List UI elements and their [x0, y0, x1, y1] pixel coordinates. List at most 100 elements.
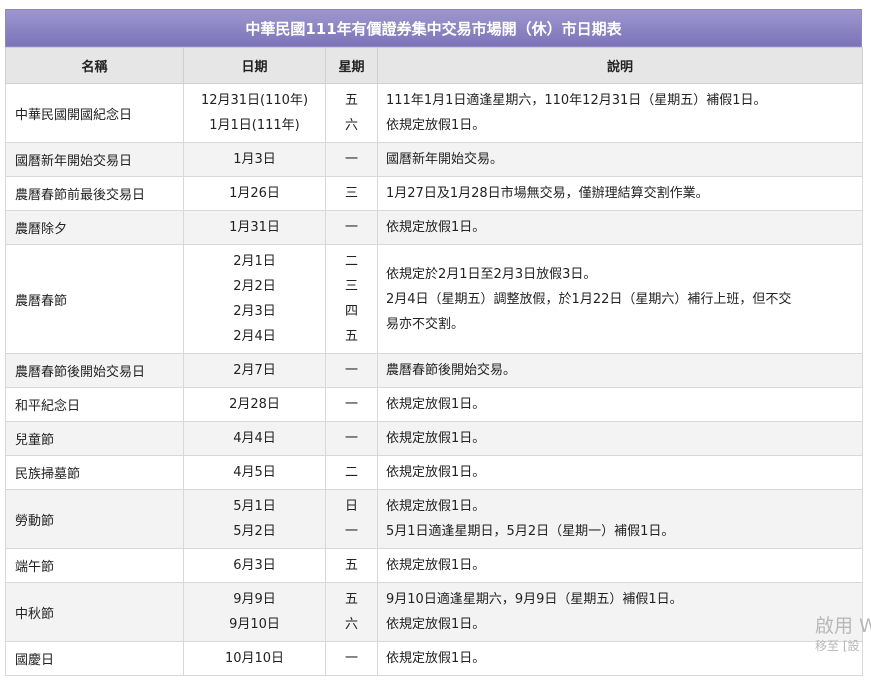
holiday-weekday: 五	[344, 329, 358, 344]
holiday-weekday-cell: 一	[325, 387, 378, 422]
holiday-description: 依規定放假1日。	[386, 431, 486, 446]
table-row: 農曆春節後開始交易日 2月7日 一 農曆春節後開始交易。	[5, 353, 863, 388]
holiday-description-cell: 國曆新年開始交易。	[377, 142, 863, 177]
holiday-date: 5月2日	[233, 524, 276, 539]
holiday-weekday-cell: 五六	[325, 83, 378, 143]
holiday-weekday-cell: 二三四五	[325, 244, 378, 354]
holiday-weekday: 日	[344, 499, 358, 514]
holiday-weekday: 一	[344, 152, 358, 167]
holiday-name: 中秋節	[5, 582, 184, 642]
holiday-table: 名稱 日期 星期 說明 中華民國開國紀念日 12月31日(110年) 1月1日(11…	[5, 47, 863, 676]
table-row: 和平紀念日 2月28日 一 依規定放假1日。	[5, 387, 863, 422]
header-name: 名稱	[5, 47, 184, 84]
windows-activation-watermark: 啟用 W 移至 [設	[815, 614, 871, 654]
holiday-date-cell: 5月1日 5月2日	[183, 489, 326, 549]
holiday-date-cell: 1月31日	[183, 210, 326, 245]
holiday-weekday: 一	[344, 363, 358, 378]
holiday-weekday: 一	[344, 524, 358, 539]
holiday-description-cell: 農曆春節後開始交易。	[377, 353, 863, 388]
table-row: 兒童節 4月4日 一 依規定放假1日。	[5, 421, 863, 456]
holiday-weekday: 六	[344, 118, 358, 133]
holiday-description: 1月27日及1月28日市場無交易，僅辦理結算交割作業。	[386, 186, 709, 201]
table-row: 國慶日 10月10日 一 依規定放假1日。	[5, 641, 863, 676]
holiday-weekday-cell: 一	[325, 641, 378, 676]
holiday-description: 依規定放假1日。	[386, 397, 486, 412]
holiday-description-cell: 1月27日及1月28日市場無交易，僅辦理結算交割作業。	[377, 176, 863, 211]
holiday-date: 1月31日	[229, 220, 280, 235]
holiday-name: 端午節	[5, 548, 184, 583]
holiday-date: 2月3日	[233, 304, 276, 319]
table-row: 中華民國開國紀念日 12月31日(110年) 1月1日(111年) 五六 111年1月1…	[5, 83, 863, 143]
table-title: 中華民國111年有價證券集中交易市場開（休）市日期表	[5, 9, 862, 47]
holiday-description: 依規定放假1日。	[386, 651, 486, 666]
holiday-weekday: 一	[344, 397, 358, 412]
holiday-description: 依規定放假1日。	[386, 118, 486, 133]
table-row: 中秋節 9月9日 9月10日五六 9月10日適逢星期六，9月9日（星期五）補假1日。依…	[5, 582, 863, 642]
table-row: 國曆新年開始交易日 1月3日 一 國曆新年開始交易。	[5, 142, 863, 177]
holiday-description: 5月1日適逢星期日，5月2日（星期一）補假1日。	[386, 524, 675, 539]
holiday-weekday-cell: 一	[325, 210, 378, 245]
holiday-name: 兒童節	[5, 421, 184, 456]
table-row: 農曆除夕 1月31日 一 依規定放假1日。	[5, 210, 863, 245]
holiday-weekday-cell: 一	[325, 421, 378, 456]
holiday-date: 2月1日	[233, 254, 276, 269]
holiday-weekday: 一	[344, 431, 358, 446]
holiday-description: 2月4日（星期五）調整放假，於1月22日（星期六）補行上班，但不交	[386, 291, 792, 307]
holiday-date: 4月4日	[233, 431, 276, 446]
holiday-description: 依規定於2月1日至2月3日放假3日。	[386, 266, 597, 282]
holiday-name: 國慶日	[5, 641, 184, 676]
holiday-weekday: 五	[344, 592, 358, 607]
holiday-date-cell: 1月3日	[183, 142, 326, 177]
holiday-description: 依規定放假1日。	[386, 465, 486, 480]
holiday-date-cell: 2月28日	[183, 387, 326, 422]
watermark-line-1: 啟用 W	[815, 615, 871, 637]
holiday-weekday-cell: 一	[325, 353, 378, 388]
holiday-description-cell: 依規定放假1日。	[377, 641, 863, 676]
holiday-weekday-cell: 一	[325, 142, 378, 177]
watermark-line-2: 移至 [設	[815, 639, 860, 653]
holiday-date: 1月1日(111年)	[209, 118, 300, 133]
holiday-date: 5月1日	[233, 499, 276, 514]
holiday-name: 農曆春節	[5, 244, 184, 354]
holiday-date: 10月10日	[224, 651, 285, 666]
holiday-date-cell: 6月3日	[183, 548, 326, 583]
table-row: 勞動節 5月1日 5月2日日一依規定放假1日。 5月1日適逢星期日，5月2日（星期一）…	[5, 489, 863, 549]
holiday-weekday: 六	[344, 617, 358, 632]
holiday-date: 12月31日(110年)	[200, 93, 309, 108]
holiday-weekday-cell: 五	[325, 548, 378, 583]
holiday-description-cell: 依規定放假1日。	[377, 210, 863, 245]
holiday-date-cell: 4月5日	[183, 455, 326, 490]
holiday-weekday: 三	[344, 279, 358, 294]
holiday-name: 農曆春節前最後交易日	[5, 176, 184, 211]
holiday-description: 國曆新年開始交易。	[386, 152, 504, 167]
holiday-weekday-cell: 三	[325, 176, 378, 211]
holiday-weekday: 五	[344, 558, 358, 573]
holiday-description-cell: 依規定放假1日。	[377, 548, 863, 583]
holiday-weekday-cell: 二	[325, 455, 378, 490]
holiday-weekday: 一	[344, 651, 358, 666]
holiday-description: 9月10日適逢星期六，9月9日（星期五）補假1日。	[386, 592, 683, 607]
holiday-weekday: 一	[344, 220, 358, 235]
holiday-description: 依規定放假1日。	[386, 220, 486, 235]
holiday-description: 依規定放假1日。	[386, 499, 486, 514]
holiday-weekday: 四	[344, 304, 358, 319]
holiday-date: 2月2日	[233, 279, 276, 294]
holiday-date-cell: 2月7日	[183, 353, 326, 388]
header-weekday: 星期	[325, 47, 378, 84]
holiday-date: 6月3日	[233, 558, 276, 573]
holiday-date: 4月5日	[233, 465, 276, 480]
holiday-weekday: 三	[344, 186, 358, 201]
holiday-date-cell: 2月1日 2月2日 2月3日 2月4日	[183, 244, 326, 354]
holiday-date: 1月3日	[233, 152, 276, 167]
holiday-description-cell: 依規定放假1日。	[377, 387, 863, 422]
holiday-name: 民族掃墓節	[5, 455, 184, 490]
holiday-description-cell: 111年1月1日適逢星期六，110年12月31日（星期五）補假1日。 依規定放假1…	[377, 83, 863, 143]
holiday-description-cell: 9月10日適逢星期六，9月9日（星期五）補假1日。 依規定放假1日。	[377, 582, 863, 642]
holiday-description-cell: 依規定放假1日。	[377, 455, 863, 490]
holiday-date-cell: 4月4日	[183, 421, 326, 456]
header-desc: 說明	[377, 47, 863, 84]
holiday-schedule: 中華民國111年有價證券集中交易市場開（休）市日期表 名稱 日期 星期 說明 中…	[5, 9, 863, 676]
holiday-description: 依規定放假1日。	[386, 558, 486, 573]
holiday-weekday: 五	[344, 93, 358, 108]
holiday-date: 1月26日	[229, 186, 280, 201]
